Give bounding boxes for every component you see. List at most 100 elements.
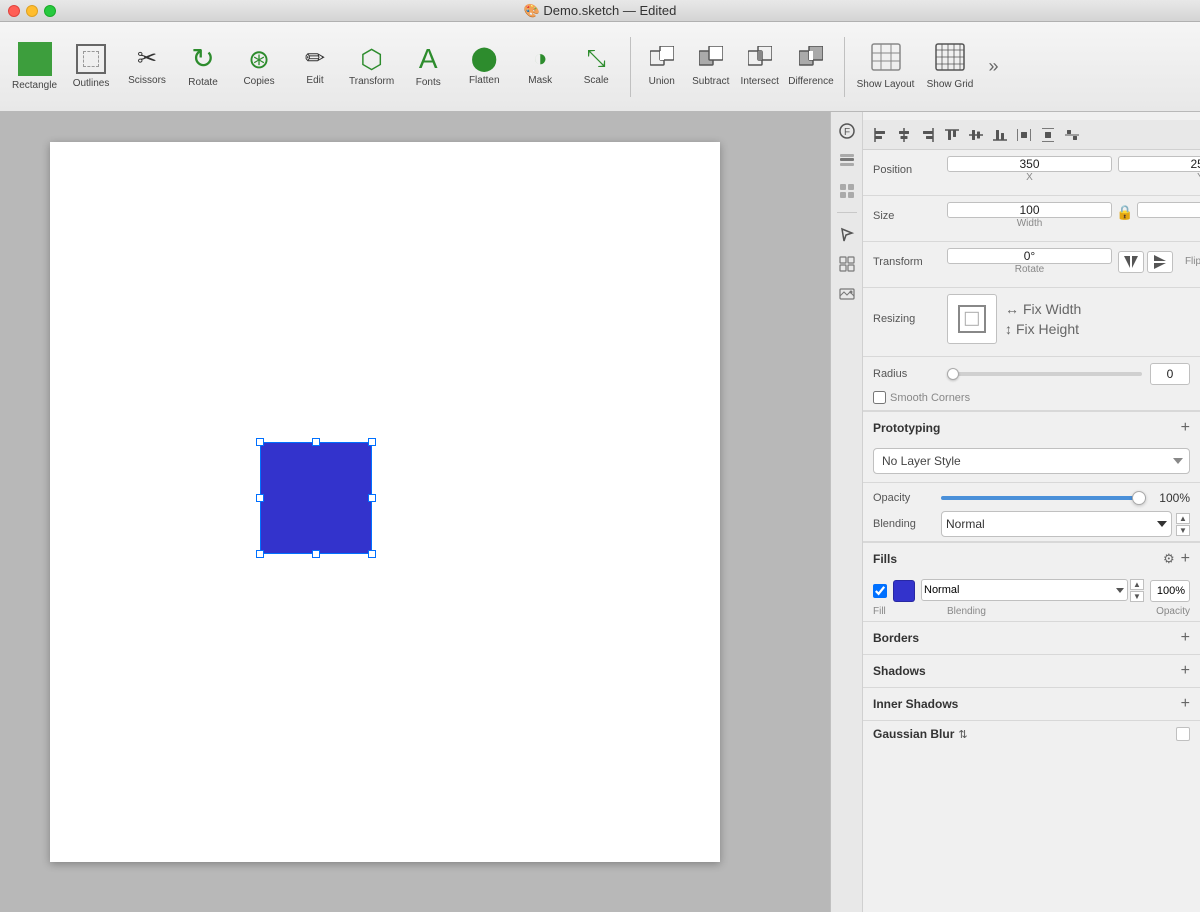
align-vertical-centers-btn[interactable] [965, 124, 987, 146]
sidebar-btn-add-img[interactable] [834, 281, 860, 307]
tool-fonts[interactable]: A Fonts [402, 28, 454, 106]
tool-transform[interactable]: ⬡ Transform [345, 28, 398, 106]
borders-section: Borders + [863, 621, 1200, 654]
distribute-horizontal-btn[interactable] [1013, 124, 1035, 146]
handle-middle-left[interactable] [256, 494, 264, 502]
sidebar-btn-arrow[interactable] [834, 221, 860, 247]
borders-add-btn[interactable]: + [1181, 630, 1190, 646]
tool-subtract[interactable]: Subtract [688, 28, 733, 106]
handle-middle-right[interactable] [368, 494, 376, 502]
fill-enabled-checkbox[interactable] [873, 584, 887, 598]
inner-shadows-add-btn[interactable]: + [1181, 696, 1190, 712]
blending-step-up[interactable]: ▲ [1176, 513, 1190, 524]
gaussian-blur-checkbox[interactable] [1176, 727, 1190, 741]
selected-rectangle[interactable] [260, 442, 372, 554]
blending-step-down[interactable]: ▼ [1176, 525, 1190, 536]
sidebar-btn-grid[interactable] [834, 251, 860, 277]
handle-bottom-left[interactable] [256, 550, 264, 558]
handle-top-center[interactable] [312, 438, 320, 446]
sidebar-btn-layers[interactable] [834, 148, 860, 174]
flip-vertical-btn[interactable] [1147, 251, 1173, 273]
tool-outlines[interactable]: Outlines [65, 28, 117, 106]
handle-top-right[interactable] [368, 438, 376, 446]
sidebar-btn-export[interactable] [834, 178, 860, 204]
main-area: F [0, 112, 1200, 912]
align-right-edges-btn[interactable] [917, 124, 939, 146]
handle-top-left[interactable] [256, 438, 264, 446]
fill-opacity-input[interactable] [1150, 580, 1190, 602]
fill-color-swatch[interactable] [893, 580, 915, 602]
handle-bottom-center[interactable] [312, 550, 320, 558]
shadows-add-btn[interactable]: + [1181, 663, 1190, 679]
flatten-label: Flatten [469, 75, 500, 86]
opacity-slider[interactable] [941, 496, 1146, 500]
tool-copies[interactable]: ⊛ Copies [233, 28, 285, 106]
transform-row: Transform Rotate [873, 248, 1190, 275]
tool-show-grid[interactable]: Show Grid [922, 28, 977, 106]
gaussian-stepper-icon[interactable]: ⇅ [958, 728, 967, 741]
opacity-section: Opacity 100% Blending Normal Darken Mult… [863, 483, 1200, 542]
subtract-icon [699, 46, 723, 72]
canvas-area[interactable] [0, 112, 830, 912]
fills-gear-icon[interactable]: ⚙ [1163, 551, 1175, 567]
opacity-row: Opacity 100% [863, 491, 1200, 505]
close-button[interactable] [8, 5, 20, 17]
svg-text:F: F [843, 127, 849, 138]
tool-union[interactable]: Union [639, 28, 684, 106]
fix-width-option[interactable]: ↔ Fix Width [1005, 301, 1081, 317]
tool-flatten[interactable]: ⬤ Flatten [458, 28, 510, 106]
more-icon: » [988, 56, 998, 77]
fill-item: Normal ▲ ▼ [863, 575, 1200, 606]
transform-rotate-input[interactable] [947, 248, 1112, 264]
tool-mask[interactable]: ◑ Mask [514, 28, 566, 106]
radius-section: Radius Smooth Corners [863, 357, 1200, 411]
prototyping-add-btn[interactable]: + [1181, 420, 1190, 436]
radius-input[interactable] [1150, 363, 1190, 385]
tool-scissors[interactable]: ✂ Scissors [121, 28, 173, 106]
minimize-button[interactable] [26, 5, 38, 17]
flip-horizontal-btn[interactable] [1118, 251, 1144, 273]
position-x-input[interactable] [947, 156, 1112, 172]
tool-edit[interactable]: ✏ Edit [289, 28, 341, 106]
align-top-edges-btn[interactable] [941, 124, 963, 146]
size-width-input[interactable] [947, 202, 1112, 218]
tool-scale[interactable]: ⤡ Scale [570, 28, 622, 106]
resize-box[interactable] [947, 294, 997, 344]
align-left-edges-btn[interactable] [869, 124, 891, 146]
tool-intersect[interactable]: Intersect [737, 28, 782, 106]
position-y-input[interactable] [1118, 156, 1200, 172]
blending-select[interactable]: Normal Darken Multiply Screen Overlay Li… [941, 511, 1172, 537]
layer-style-select[interactable]: No Layer Style [873, 448, 1190, 474]
tool-rotate[interactable]: ↻ Rotate [177, 28, 229, 106]
tool-difference[interactable]: Difference [786, 28, 835, 106]
scissors-icon: ✂ [137, 47, 157, 71]
fills-add-btn[interactable]: + [1181, 551, 1190, 567]
smooth-corners-checkbox[interactable] [873, 391, 886, 404]
fill-step-up[interactable]: ▲ [1130, 579, 1144, 590]
fix-height-option[interactable]: ↕ Fix Height [1005, 321, 1081, 337]
scale-icon: ⤡ [587, 47, 606, 71]
gaussian-blur-row: Gaussian Blur ⇅ [863, 721, 1200, 747]
size-lock-icon[interactable]: 🔒 [1116, 204, 1133, 221]
size-row: Size Width 🔒 Height [873, 202, 1190, 229]
tool-more[interactable]: » [981, 28, 1005, 106]
fill-blending-stepper: ▲ ▼ [1130, 579, 1144, 602]
title-icon: 🎨 [524, 3, 540, 18]
smooth-corners-row: Smooth Corners [873, 391, 1190, 404]
fill-blending-select[interactable]: Normal [921, 579, 1128, 601]
shadows-section: Shadows + [863, 654, 1200, 687]
align-horizontal-centers-btn[interactable] [893, 124, 915, 146]
radius-slider[interactable] [947, 372, 1142, 376]
align-bottom-edges-btn[interactable] [989, 124, 1011, 146]
tool-rectangle[interactable]: Rectangle [8, 28, 61, 106]
tool-show-layout[interactable]: Show Layout [853, 28, 919, 106]
distribute-vertical-btn[interactable] [1037, 124, 1059, 146]
handle-bottom-right[interactable] [368, 550, 376, 558]
title-bar: 🎨 Demo.sketch — Edited [0, 0, 1200, 22]
maximize-button[interactable] [44, 5, 56, 17]
blending-stepper: ▲ ▼ [1176, 513, 1190, 536]
fill-step-down[interactable]: ▼ [1130, 591, 1144, 602]
size-height-input[interactable] [1137, 202, 1200, 218]
sidebar-btn-f[interactable]: F [834, 118, 860, 144]
align-extra-btn[interactable] [1061, 124, 1083, 146]
